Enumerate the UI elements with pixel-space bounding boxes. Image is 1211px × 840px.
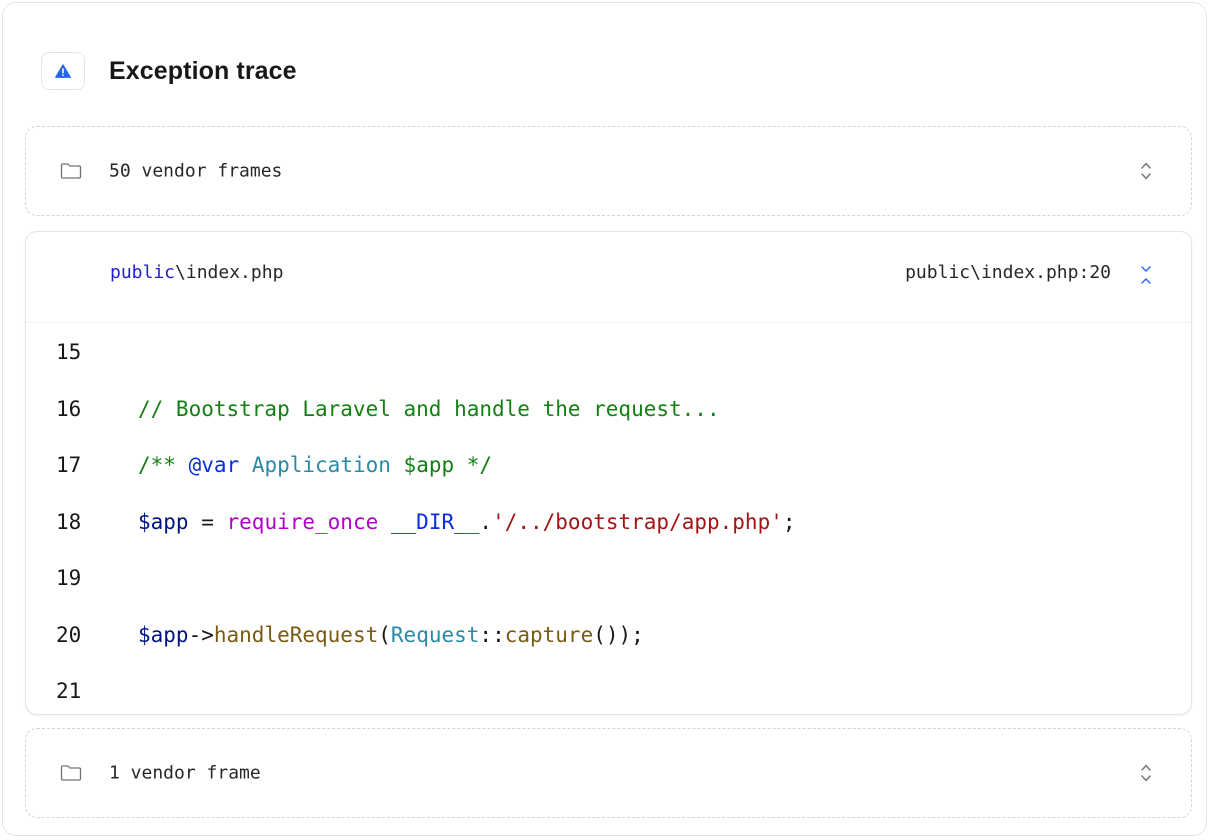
vendor-frames-label: 50 vendor frames — [109, 160, 283, 182]
stack-frame: public\index.php public\index.php:20 15 1… — [25, 231, 1192, 715]
code-token: /** — [138, 453, 189, 477]
code-token: $app */ — [403, 453, 493, 477]
frame-file-name: \index.php — [175, 262, 284, 283]
code-line: 18 $app = require_once __DIR__.'/../boots… — [26, 506, 1191, 563]
stack-frame-header[interactable]: public\index.php public\index.php:20 — [26, 232, 1191, 323]
code-token: $app — [138, 622, 189, 647]
code-token: -> — [188, 622, 214, 647]
line-source: // Bootstrap Laravel and handle the requ… — [138, 393, 720, 425]
line-source: $app = require_once __DIR__.'/../bootstr… — [138, 506, 796, 538]
warning-badge — [41, 52, 85, 90]
code-token: ()); — [593, 622, 644, 647]
line-number: 21 — [56, 679, 82, 703]
code-line: 15 — [26, 336, 1191, 393]
frame-file-namespace: public — [110, 262, 176, 283]
code-line: 16 // Bootstrap Laravel and handle the re… — [26, 393, 1191, 450]
code-line: 19 — [26, 562, 1191, 619]
line-source: $app->handleRequest(Request::capture()); — [138, 619, 644, 651]
code-token: require_once — [226, 509, 379, 534]
chevron-collapse-icon[interactable] — [1139, 264, 1153, 286]
code-token: // Bootstrap Laravel and handle the requ… — [138, 396, 720, 421]
frame-location: public\index.php:20 — [905, 262, 1111, 283]
line-number: 18 — [56, 509, 82, 534]
vendor-frames-group[interactable]: 1 vendor frame — [25, 728, 1192, 818]
folder-icon — [60, 765, 82, 781]
code-token: '/../bootstrap/app.php' — [492, 509, 783, 534]
vendor-frames-label: 1 vendor frame — [109, 762, 261, 784]
code-token: capture — [504, 622, 594, 647]
code-token: ( — [378, 622, 391, 647]
line-number: 20 — [56, 622, 82, 647]
code-snippet: 15 16 // Bootstrap Laravel and handle the … — [26, 336, 1191, 732]
chevron-up-down-icon[interactable] — [1139, 760, 1153, 786]
code-token: ; — [782, 509, 796, 534]
chevron-up-down-icon[interactable] — [1139, 158, 1153, 184]
code-token: :: — [479, 622, 505, 647]
line-number: 15 — [56, 340, 82, 364]
code-token: . — [479, 509, 493, 534]
code-token: Request — [390, 622, 480, 647]
exception-trace-panel: Exception trace 50 vendor frames public\… — [2, 2, 1207, 836]
exception-trace-header: Exception trace — [41, 51, 297, 91]
code-line: 21 — [26, 675, 1191, 732]
warning-triangle-icon — [55, 64, 71, 78]
code-token: __DIR__ — [390, 509, 480, 534]
code-line: 20 $app->handleRequest(Request::capture()… — [26, 619, 1191, 676]
code-token: = — [188, 509, 227, 534]
vendor-frames-group[interactable]: 50 vendor frames — [25, 126, 1192, 216]
code-line: 17 /** @var Application $app */ — [26, 449, 1191, 506]
page-title: Exception trace — [109, 56, 297, 85]
folder-icon — [60, 163, 82, 179]
code-token: @var — [188, 453, 240, 477]
code-token: Application — [251, 453, 391, 477]
line-source: /** @var Application $app */ — [138, 449, 492, 481]
frame-file-path: public\index.php — [110, 262, 283, 283]
line-number: 17 — [56, 453, 82, 477]
line-number: 19 — [56, 566, 82, 590]
line-number: 16 — [56, 396, 82, 421]
code-token: $app — [138, 509, 189, 534]
code-token: handleRequest — [213, 622, 379, 647]
